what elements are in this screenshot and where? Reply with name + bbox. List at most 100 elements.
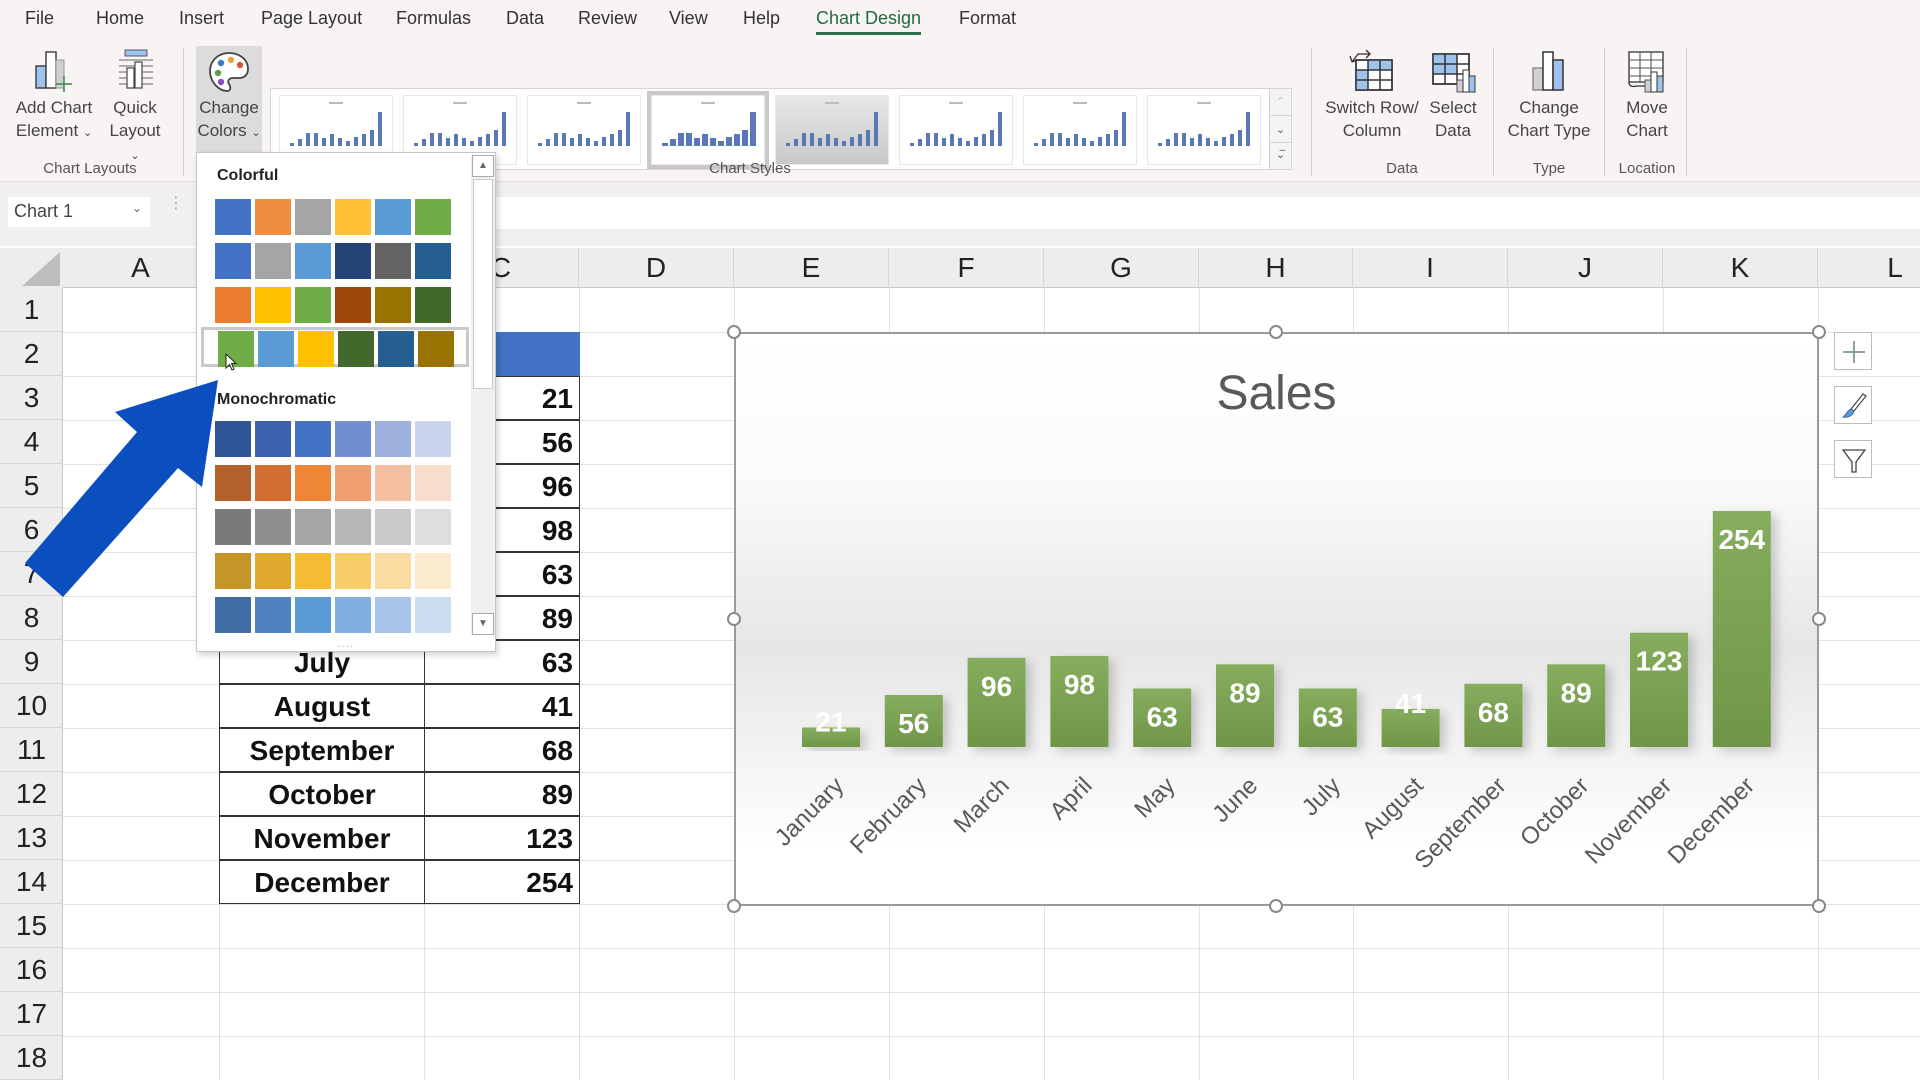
- row-header-17[interactable]: 17: [0, 992, 63, 1036]
- switch-row-column-button[interactable]: Switch Row/ Column: [1322, 48, 1422, 142]
- select-data-button[interactable]: Select Data: [1422, 48, 1484, 142]
- monochromatic-palette-row-3[interactable]: [201, 505, 469, 545]
- column-header-g[interactable]: G: [1044, 248, 1199, 288]
- monochromatic-palette-row-5[interactable]: [201, 593, 469, 633]
- row-header-13[interactable]: 13: [0, 816, 63, 860]
- colorful-palette-row-4[interactable]: [201, 327, 469, 367]
- chart-style-thumbnail-8[interactable]: [1147, 95, 1261, 165]
- data-label[interactable]: 56: [898, 708, 929, 739]
- resize-handle-top-left[interactable]: [727, 325, 741, 339]
- chart-style-thumbnail-5[interactable]: [775, 95, 889, 165]
- tab-formulas[interactable]: Formulas: [396, 8, 471, 29]
- data-label[interactable]: 89: [1229, 677, 1260, 708]
- column-header-h[interactable]: H: [1199, 248, 1353, 288]
- data-label[interactable]: 21: [815, 706, 846, 737]
- resize-handle-top[interactable]: [1269, 325, 1283, 339]
- scroll-up-button[interactable]: ▲: [472, 155, 494, 177]
- column-header-k[interactable]: K: [1663, 248, 1818, 288]
- color-swatch: [375, 509, 411, 545]
- data-label[interactable]: 41: [1395, 688, 1426, 719]
- tab-format[interactable]: Format: [959, 8, 1016, 29]
- chart-filters-button[interactable]: [1834, 440, 1872, 478]
- row-header-16[interactable]: 16: [0, 948, 63, 992]
- data-label[interactable]: 254: [1718, 524, 1765, 555]
- table-cell-value[interactable]: 41: [424, 684, 580, 728]
- colorful-palette-row-3[interactable]: [201, 283, 469, 323]
- data-label[interactable]: 63: [1147, 701, 1178, 732]
- column-header-f[interactable]: F: [889, 248, 1044, 288]
- chart-elements-button[interactable]: [1834, 332, 1872, 370]
- data-label[interactable]: 123: [1636, 646, 1683, 677]
- resize-handle-bottom-left[interactable]: [727, 899, 741, 913]
- dropdown-scrollbar[interactable]: ▲ ▼: [471, 155, 495, 635]
- chart-styles-button[interactable]: [1834, 386, 1872, 424]
- row-header-1[interactable]: 1: [0, 288, 63, 332]
- column-header-l[interactable]: L: [1818, 248, 1920, 288]
- tab-file[interactable]: File: [25, 8, 54, 29]
- data-label[interactable]: 68: [1478, 697, 1509, 728]
- row-header-15[interactable]: 15: [0, 904, 63, 948]
- formula-bar-resize-handle[interactable]: ⋮: [168, 196, 184, 212]
- gallery-more-button[interactable]: ⌄̅: [1269, 143, 1291, 169]
- tab-chart-design[interactable]: Chart Design: [816, 8, 922, 35]
- data-label[interactable]: 63: [1312, 701, 1343, 732]
- data-label[interactable]: 89: [1561, 677, 1592, 708]
- chart-object[interactable]: Sales 21 January 56 February 96 March 98 April 6…: [734, 332, 1819, 906]
- resize-handle-top-right[interactable]: [1812, 325, 1826, 339]
- table-cell-value[interactable]: 254: [424, 860, 580, 904]
- tab-data[interactable]: Data: [506, 8, 544, 29]
- column-header-e[interactable]: E: [734, 248, 889, 288]
- resize-handle-bottom-right[interactable]: [1812, 899, 1826, 913]
- column-header-j[interactable]: J: [1508, 248, 1663, 288]
- table-cell-month[interactable]: December: [219, 860, 425, 904]
- tab-page-layout[interactable]: Page Layout: [261, 8, 362, 29]
- gallery-scroll-up-button[interactable]: ⌃: [1269, 89, 1291, 115]
- colorful-palette-row-2[interactable]: [201, 239, 469, 279]
- scroll-down-button[interactable]: ▼: [472, 613, 494, 635]
- data-label[interactable]: 98: [1064, 669, 1095, 700]
- column-header-i[interactable]: I: [1353, 248, 1508, 288]
- add-chart-element-button[interactable]: Add Chart Element ⌄: [10, 48, 98, 145]
- thumbnail-bar: [802, 133, 806, 146]
- data-label[interactable]: 96: [981, 671, 1012, 702]
- scroll-thumb[interactable]: [473, 179, 493, 389]
- monochromatic-palette-row-1[interactable]: [201, 417, 469, 457]
- resize-handle-right[interactable]: [1812, 612, 1826, 626]
- table-cell-value[interactable]: 89: [424, 772, 580, 816]
- tab-review[interactable]: Review: [578, 8, 637, 29]
- gallery-scroll-down-button[interactable]: ⌄: [1269, 115, 1291, 143]
- chart-style-thumbnail-6[interactable]: [899, 95, 1013, 165]
- chart-style-thumbnail-4[interactable]: [647, 91, 769, 169]
- row-header-9[interactable]: 9: [0, 640, 63, 684]
- resize-handle-left[interactable]: [727, 612, 741, 626]
- tab-home[interactable]: Home: [96, 8, 144, 29]
- monochromatic-palette-row-2[interactable]: [201, 461, 469, 501]
- table-cell-value[interactable]: 123: [424, 816, 580, 860]
- row-header-14[interactable]: 14: [0, 860, 63, 904]
- chart-style-thumbnail-7[interactable]: [1023, 95, 1137, 165]
- tab-help[interactable]: Help: [743, 8, 780, 29]
- chevron-down-icon[interactable]: ⌄: [132, 201, 142, 215]
- colorful-palette-row-1[interactable]: [201, 195, 469, 235]
- quick-layout-button[interactable]: Quick Layout ⌄: [104, 48, 166, 168]
- row-header-11[interactable]: 11: [0, 728, 63, 772]
- change-chart-type-button[interactable]: Change Chart Type: [1500, 48, 1598, 142]
- change-colors-button[interactable]: Change Colors ⌄: [196, 46, 262, 152]
- row-header-10[interactable]: 10: [0, 684, 63, 728]
- table-cell-month[interactable]: September: [219, 728, 425, 772]
- column-header-d[interactable]: D: [579, 248, 734, 288]
- dropdown-resize-grip[interactable]: ····: [337, 641, 354, 652]
- row-header-18[interactable]: 18: [0, 1036, 63, 1080]
- table-cell-month[interactable]: October: [219, 772, 425, 816]
- tab-view[interactable]: View: [669, 8, 708, 29]
- resize-handle-bottom[interactable]: [1269, 899, 1283, 913]
- tab-insert[interactable]: Insert: [179, 8, 224, 29]
- table-cell-month[interactable]: November: [219, 816, 425, 860]
- name-box[interactable]: Chart 1 ⌄: [8, 197, 150, 227]
- table-cell-month[interactable]: August: [219, 684, 425, 728]
- row-header-12[interactable]: 12: [0, 772, 63, 816]
- chart-style-thumbnail-3[interactable]: [527, 95, 641, 165]
- monochromatic-palette-row-4[interactable]: [201, 549, 469, 589]
- table-cell-value[interactable]: 68: [424, 728, 580, 772]
- move-chart-button[interactable]: Move Chart: [1610, 48, 1684, 142]
